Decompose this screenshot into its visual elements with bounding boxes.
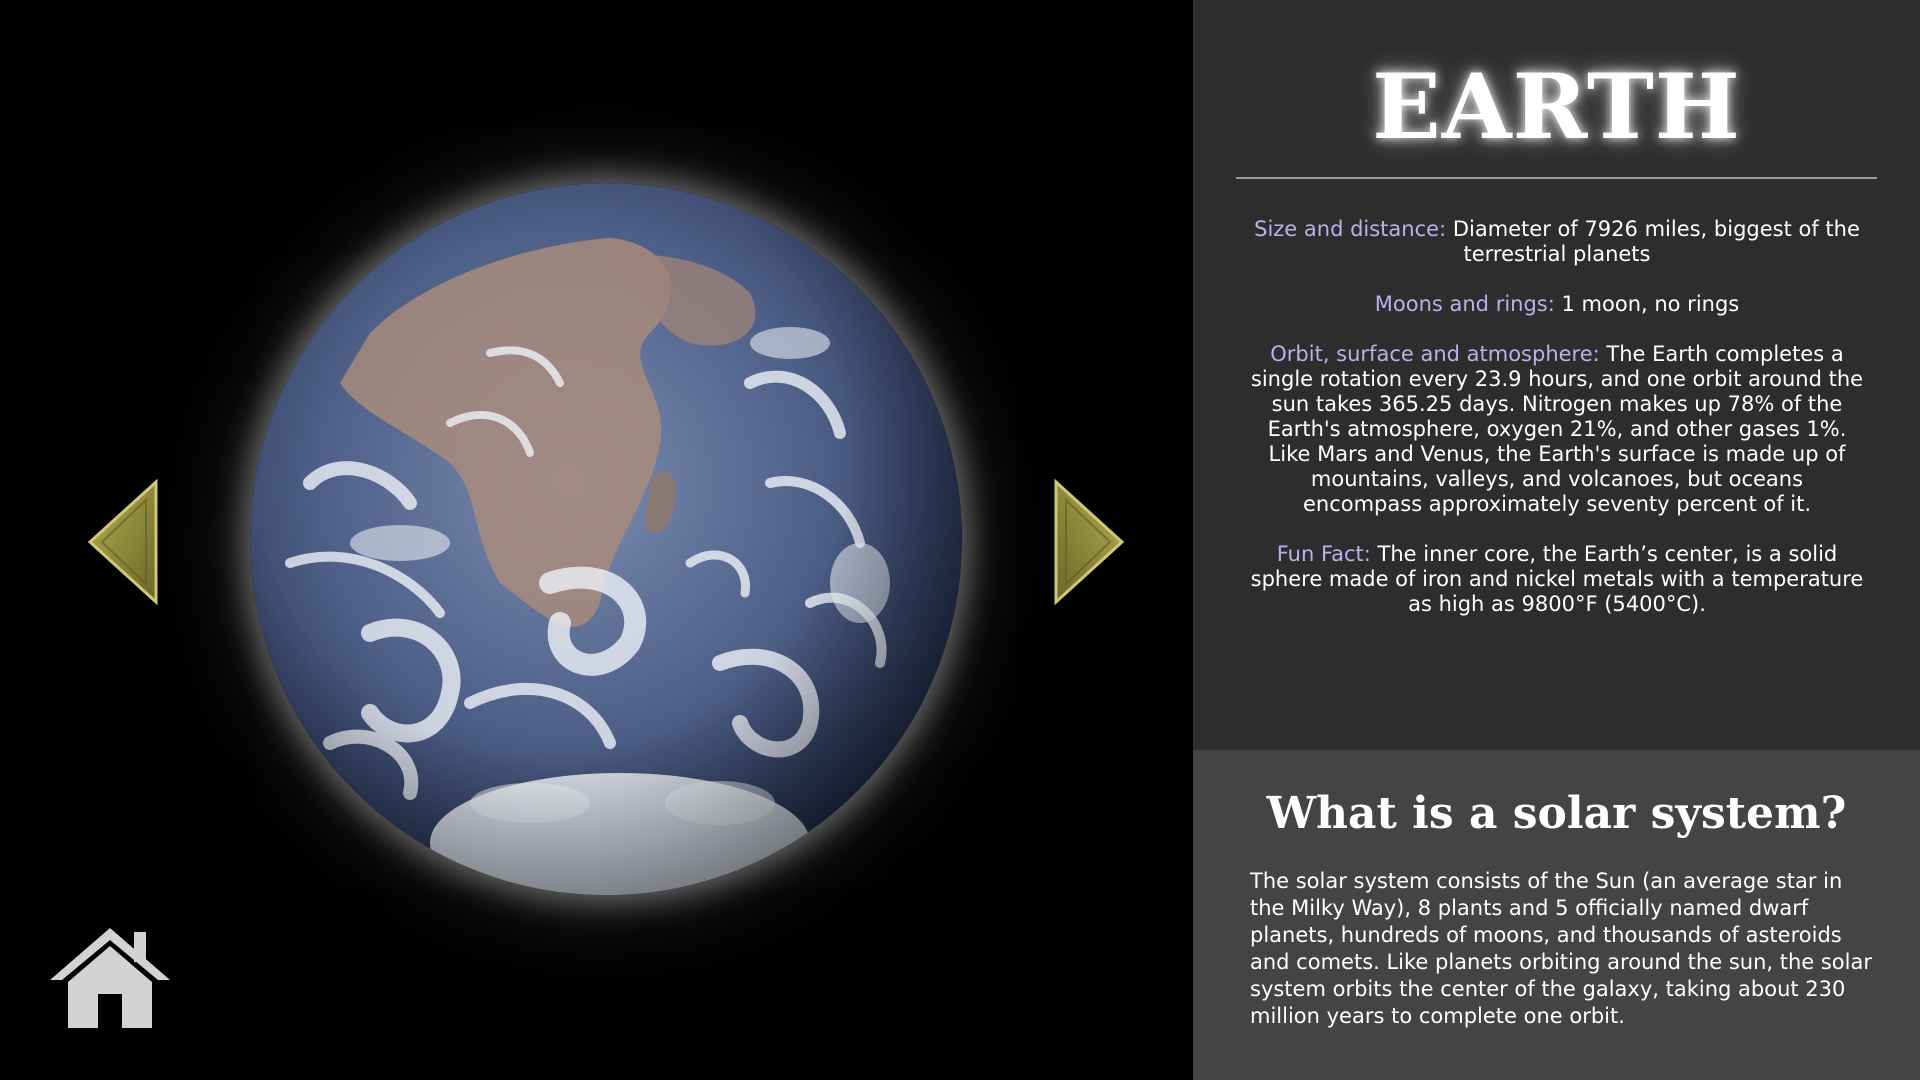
next-planet-button[interactable] [1052,478,1126,606]
planet-facts: Size and distance: Diameter of 7926 mile… [1249,217,1865,642]
solar-system-description: The solar system consists of the Sun (an… [1250,869,1872,1028]
title-divider [1236,177,1877,179]
fact-fun-fact: Fun Fact: The inner core, the Earth’s ce… [1249,542,1865,617]
fact-text: The Earth completes a single rotation ev… [1250,342,1864,516]
planet-info-panel: EARTH Size and distance: Diameter of 792… [1193,0,1920,750]
solar-system-title: What is a solar system? [1266,788,1847,839]
fact-moons-rings: Moons and rings: 1 moon, no rings [1249,292,1865,317]
home-button[interactable] [46,924,174,1030]
earth-globe-image [250,183,962,895]
planet-glow [250,183,962,895]
fact-orbit-surface-atmosphere: Orbit, surface and atmosphere: The Earth… [1249,342,1865,517]
fact-text: Diameter of 7926 miles, biggest of the t… [1446,217,1860,266]
previous-planet-button[interactable] [86,478,160,606]
fact-label: Moons and rings: [1374,292,1555,316]
home-icon [50,928,170,1028]
solar-system-panel: What is a solar system? The solar system… [1193,750,1920,1080]
fact-text: 1 moon, no rings [1554,292,1740,316]
planet-title: EARTH [1372,54,1741,160]
triangle-left-icon [87,478,158,606]
fact-label: Size and distance: [1254,217,1447,241]
planet-viewport [0,0,1193,1080]
triangle-right-icon [1054,478,1125,606]
fact-size-distance: Size and distance: Diameter of 7926 mile… [1249,217,1865,267]
fact-label: Orbit, surface and atmosphere: [1270,342,1600,366]
fact-label: Fun Fact: [1276,542,1371,566]
planet-info-screen: EARTH Size and distance: Diameter of 792… [0,0,1920,1080]
